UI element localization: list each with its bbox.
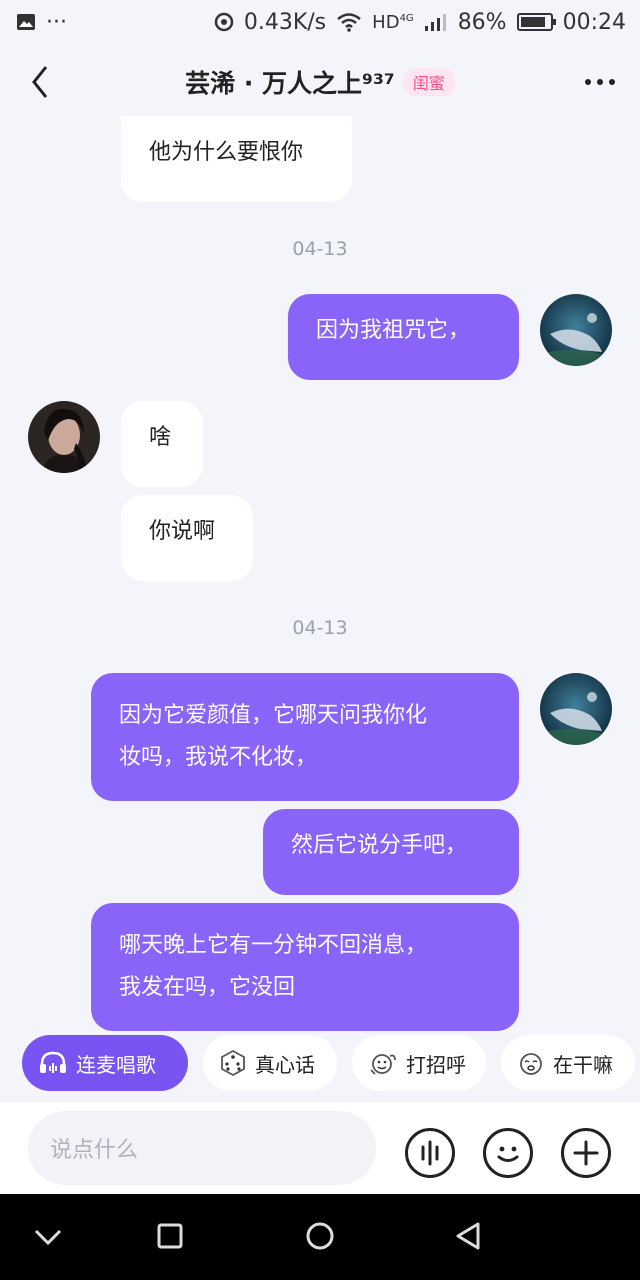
- battery-icon: [516, 13, 556, 31]
- signal-icon: [424, 14, 446, 31]
- relationship-badge: 闺蜜: [402, 68, 455, 96]
- chip-label: 连麦唱歌: [76, 1052, 156, 1077]
- contact-name[interactable]: 芸浠 · 万人之上⁹³⁷: [185, 64, 395, 100]
- chip-sing-together[interactable]: 连麦唱歌: [22, 1035, 188, 1091]
- self-avatar-image: [540, 294, 612, 366]
- chip-truth[interactable]: 真心话: [203, 1035, 337, 1091]
- sleepy-face-icon: [520, 1053, 542, 1075]
- message-bubble-incoming[interactable]: 他为什么要恨你: [121, 116, 352, 202]
- network-speed: 0.43K/s: [243, 9, 327, 35]
- chip-label: 打招呼: [406, 1052, 466, 1077]
- smiley-icon: [497, 1146, 519, 1162]
- wave-hello-icon: [370, 1054, 396, 1075]
- chip-what-doing[interactable]: 在干嘛: [501, 1035, 635, 1091]
- battery-percent: 86%: [457, 9, 507, 35]
- headphones-icon: [40, 1051, 66, 1073]
- plus-icon: [573, 1140, 599, 1166]
- chat-header: 芸浠 · 万人之上⁹³⁷ 闺蜜: [0, 50, 640, 114]
- message-bubble-outgoing[interactable]: 哪天晚上它有一分钟不回消息， 我发在吗，它没回: [91, 903, 519, 1031]
- chip-greeting[interactable]: 打招呼: [352, 1035, 486, 1091]
- message-bubble-outgoing[interactable]: 因为它爱颜值，它哪天问我你化 妆吗，我说不化妆，: [91, 673, 519, 801]
- message-bubble-outgoing[interactable]: 然后它说分手吧，: [263, 809, 519, 895]
- system-nav-bar: [0, 1194, 640, 1280]
- contact-avatar[interactable]: [28, 401, 100, 473]
- message-bubble-incoming[interactable]: 你说啊: [121, 495, 253, 581]
- back-icon[interactable]: [26, 64, 56, 100]
- recent-apps-icon[interactable]: [150, 1216, 190, 1256]
- date-divider: 04-13: [292, 238, 348, 260]
- title-group: 芸浠 · 万人之上⁹³⁷ 闺蜜: [185, 64, 455, 100]
- message-bubble-outgoing[interactable]: 因为我祖咒它，: [288, 294, 519, 380]
- home-icon[interactable]: [300, 1216, 340, 1256]
- wifi-icon: [337, 13, 361, 32]
- chip-label: 真心话: [255, 1052, 315, 1077]
- dice-icon: [221, 1049, 245, 1077]
- more-options-icon[interactable]: [582, 68, 618, 96]
- battery-fill: [520, 17, 545, 27]
- quick-action-bar: 连麦唱歌 真心话 打招呼 在干嘛: [0, 1035, 640, 1093]
- more-notifications-icon: ···: [46, 9, 67, 35]
- voice-button[interactable]: [405, 1128, 455, 1178]
- date-divider: 04-13: [292, 617, 348, 639]
- contact-avatar-image: [28, 401, 100, 473]
- message-bubble-incoming[interactable]: 啥: [121, 401, 203, 487]
- voice-wave-icon: [421, 1140, 439, 1166]
- data-saver-icon: [214, 12, 234, 32]
- clock: 00:24: [562, 9, 626, 35]
- collapse-chevron-icon[interactable]: [28, 1216, 68, 1256]
- status-bar: ··· 0.43K/s HD4G 86% 00:24: [0, 0, 640, 44]
- back-triangle-icon[interactable]: [448, 1216, 488, 1256]
- network-type: HD4G: [372, 11, 414, 33]
- message-input[interactable]: 说点什么: [28, 1111, 376, 1185]
- gallery-notification-icon: [17, 14, 35, 30]
- add-button[interactable]: [561, 1128, 611, 1178]
- input-bar: 说点什么: [0, 1102, 640, 1194]
- chip-label: 在干嘛: [553, 1052, 613, 1077]
- self-avatar[interactable]: [540, 294, 612, 366]
- emoji-button[interactable]: [483, 1128, 533, 1178]
- self-avatar[interactable]: [540, 673, 612, 745]
- self-avatar-image: [540, 673, 612, 745]
